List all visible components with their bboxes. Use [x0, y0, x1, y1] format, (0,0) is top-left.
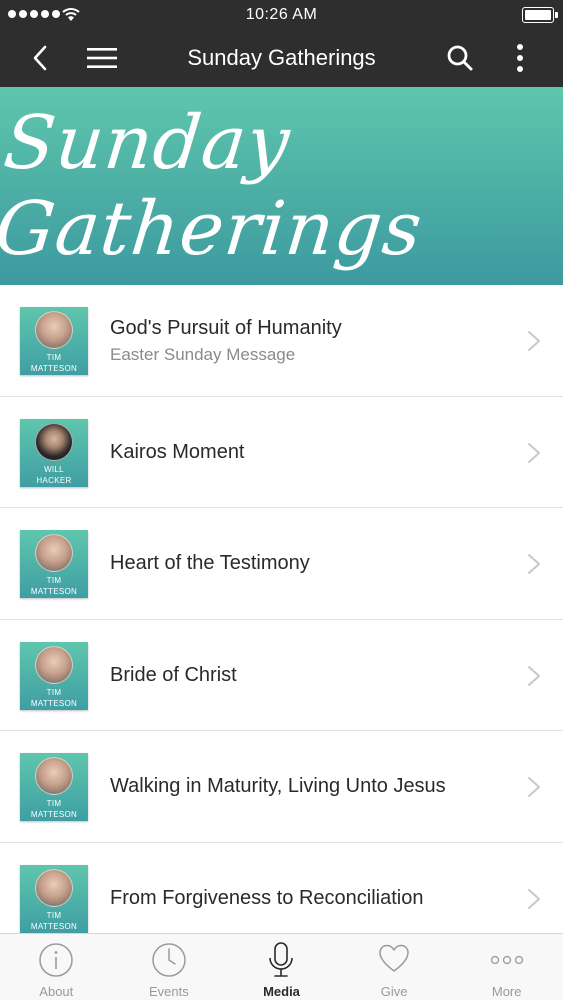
item-title: Heart of the Testimony [110, 552, 310, 574]
status-time: 10:26 AM [245, 6, 318, 23]
search-icon [447, 45, 473, 71]
speaker-thumbnail: WILL HACKER [20, 418, 88, 487]
banner-title: Sunday Gatherings [0, 100, 427, 272]
list-item[interactable]: TIM MATTESON Walking in Maturity, Living… [0, 731, 563, 843]
tab-give[interactable]: Give [338, 934, 451, 1000]
tab-about[interactable]: About [0, 934, 113, 1000]
search-button[interactable] [440, 38, 480, 78]
list-item[interactable]: TIM MATTESON God's Pursuit of Humanity E… [0, 285, 563, 397]
status-bar: 10:26 AM [0, 0, 563, 30]
more-dots-icon [490, 955, 523, 965]
chevron-right-icon [528, 777, 540, 797]
list-item[interactable]: TIM MATTESON From Forgiveness to Reconci… [0, 842, 563, 933]
chevron-right-icon [528, 888, 540, 909]
heart-icon [379, 944, 409, 972]
tab-label: Events [149, 984, 189, 999]
vertical-dots-icon [517, 44, 523, 72]
speaker-thumbnail: TIM MATTESON [20, 864, 88, 933]
chevron-right-icon [528, 442, 540, 463]
series-banner: Sunday Gatherings [0, 87, 563, 285]
tab-more[interactable]: More [450, 934, 563, 1000]
speaker-last-name: MATTESON [30, 364, 78, 373]
speaker-last-name: MATTESON [30, 921, 78, 931]
tab-label: More [491, 984, 522, 999]
item-title: From Forgiveness to Reconciliation [110, 886, 424, 909]
speaker-thumbnail: TIM MATTESON [20, 641, 88, 710]
item-title: Bride of Christ [110, 663, 237, 686]
tab-label: Give [380, 984, 408, 999]
tab-bar: About Events Media Give More [0, 933, 563, 1000]
item-title: Walking in Maturity, Living Unto Jesus [110, 775, 446, 797]
tab-media[interactable]: Media [225, 934, 338, 1000]
speaker-last-name: HACKER [36, 475, 72, 485]
tab-label: About [39, 984, 74, 999]
tab-events[interactable]: Events [113, 934, 226, 1000]
chevron-right-icon [528, 665, 540, 686]
speaker-first-name: TIM [46, 576, 62, 585]
sermon-list: TIM MATTESON God's Pursuit of Humanity E… [0, 285, 563, 933]
speaker-thumbnail: TIM MATTESON [20, 530, 88, 598]
list-item[interactable]: WILL HACKER Kairos Moment [0, 396, 563, 508]
microphone-icon [269, 942, 294, 977]
speaker-last-name: MATTESON [30, 587, 78, 596]
speaker-first-name: TIM [46, 687, 62, 697]
tab-label: Media [263, 984, 300, 999]
item-title: God's Pursuit of Humanity [110, 317, 342, 339]
speaker-last-name: MATTESON [30, 810, 78, 819]
navigation-bar: Sunday Gatherings [0, 30, 563, 87]
battery-icon [522, 7, 558, 23]
speaker-first-name: WILL [44, 464, 64, 474]
info-icon [39, 943, 74, 977]
chevron-right-icon [528, 331, 540, 351]
speaker-last-name: MATTESON [30, 698, 78, 708]
speaker-first-name: TIM [46, 799, 62, 808]
speaker-first-name: TIM [46, 910, 62, 920]
list-item[interactable]: TIM MATTESON Heart of the Testimony [0, 508, 563, 620]
overflow-menu-button[interactable] [500, 38, 540, 78]
list-item[interactable]: TIM MATTESON Bride of Christ [0, 619, 563, 731]
speaker-thumbnail: TIM MATTESON [20, 753, 88, 821]
item-subtitle: Easter Sunday Message [110, 345, 296, 364]
avatar [35, 311, 73, 349]
speaker-first-name: TIM [46, 353, 62, 362]
chevron-right-icon [528, 554, 540, 574]
avatar [35, 645, 73, 684]
clock-icon [152, 943, 186, 977]
avatar [35, 757, 73, 795]
avatar [35, 534, 73, 572]
avatar [35, 868, 73, 907]
avatar [35, 422, 73, 461]
speaker-thumbnail: TIM MATTESON [20, 307, 88, 375]
item-title: Kairos Moment [110, 440, 245, 463]
